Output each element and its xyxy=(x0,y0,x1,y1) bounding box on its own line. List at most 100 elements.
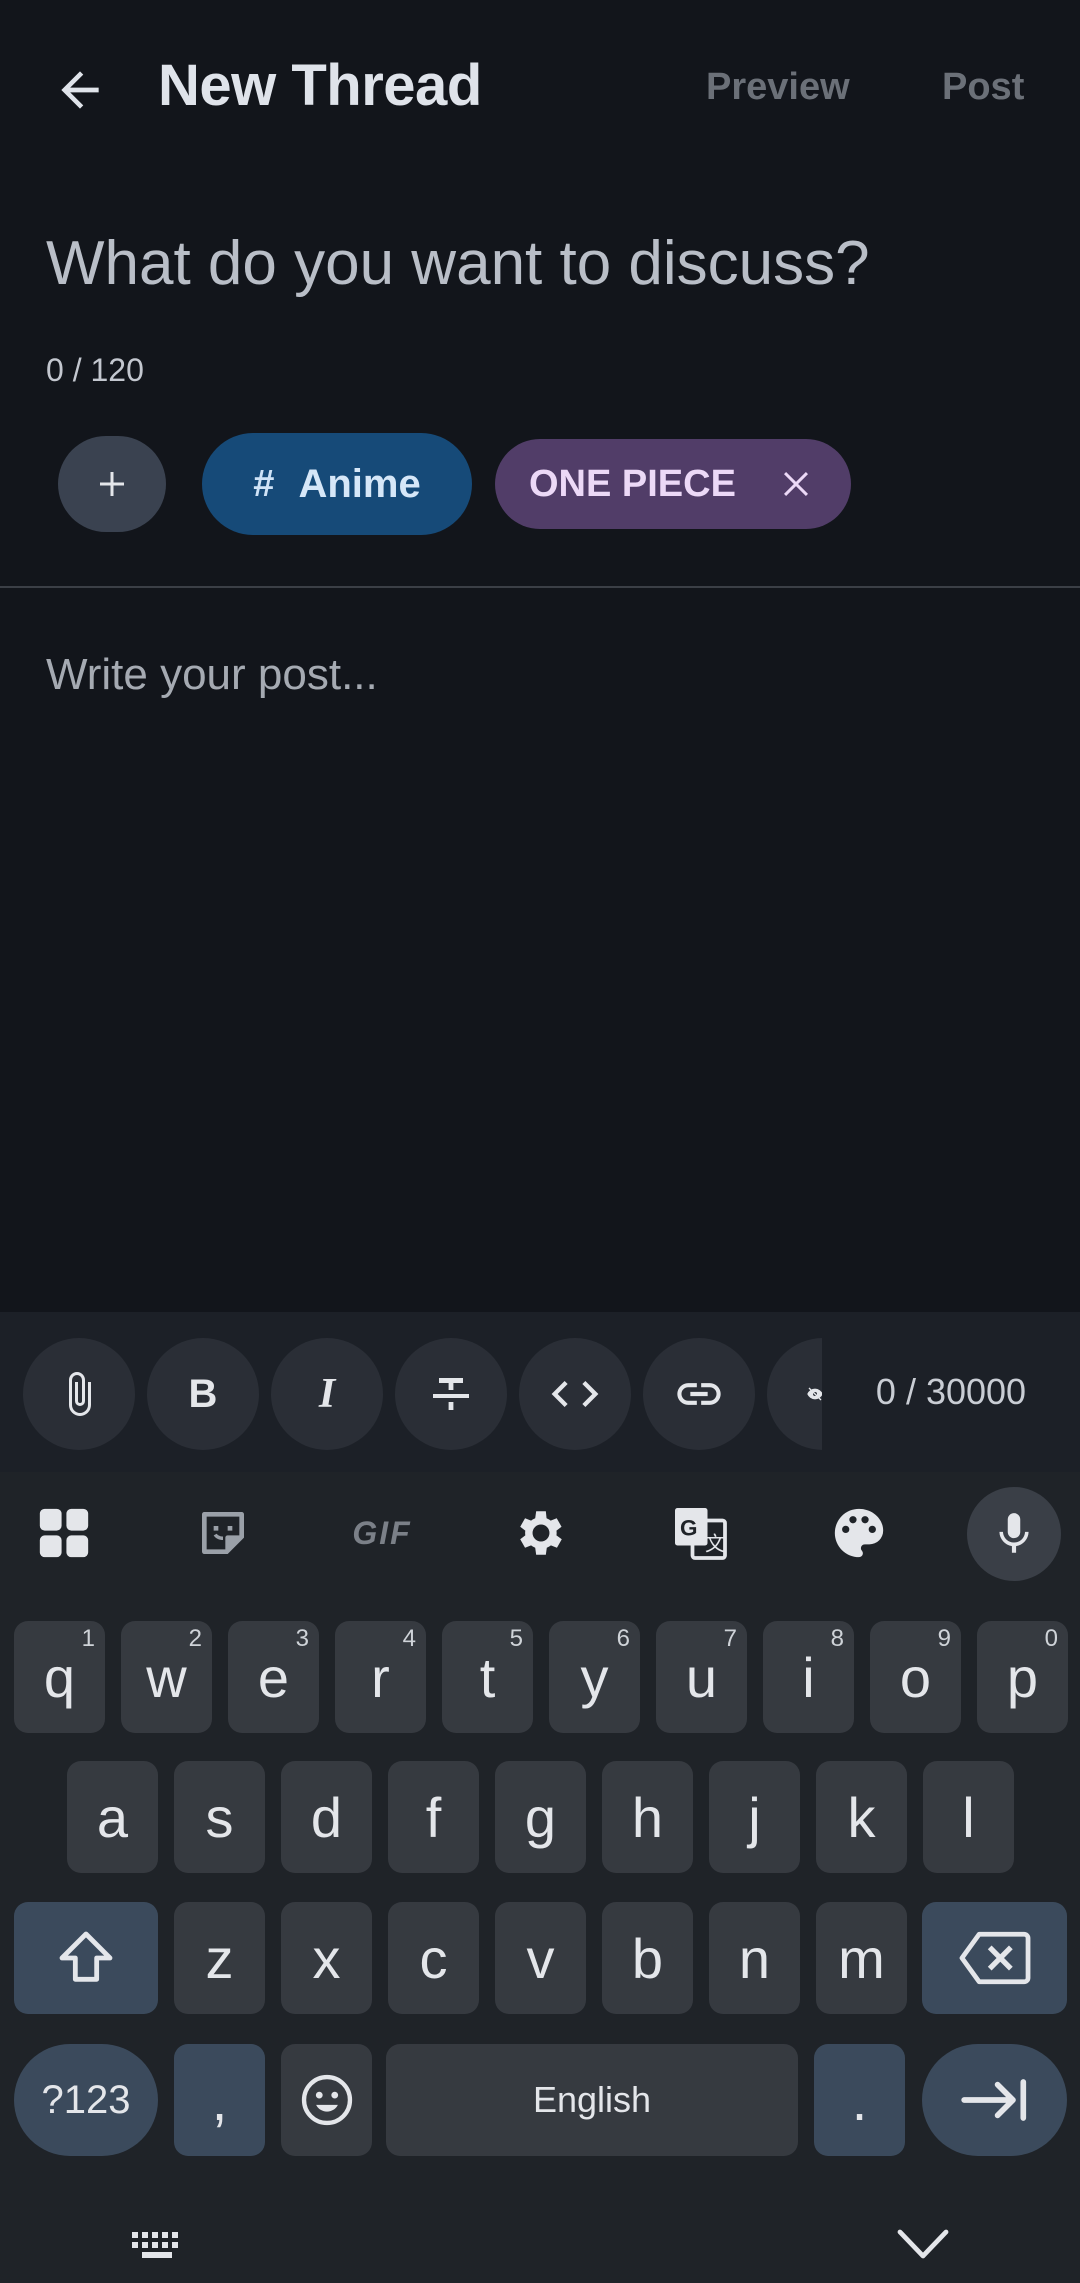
key-o[interactable]: o9 xyxy=(870,1621,961,1733)
top-bar: New Thread Preview Post xyxy=(0,0,1080,180)
bold-button[interactable]: B xyxy=(147,1338,259,1450)
key-letter: i xyxy=(802,1645,815,1709)
hide-keyboard-button[interactable] xyxy=(896,2224,950,2269)
key-j[interactable]: j xyxy=(709,1761,800,1873)
subject-char-count: 0 / 120 xyxy=(46,352,144,388)
strikethrough-icon xyxy=(433,1378,469,1410)
svg-text:G: G xyxy=(680,1516,698,1541)
microphone-icon xyxy=(999,1513,1029,1553)
subject-input[interactable]: What do you want to discuss? xyxy=(46,228,870,299)
key-letter: q xyxy=(43,1645,76,1709)
sticker-button[interactable] xyxy=(178,1488,268,1578)
body-char-count: 0 / 30000 xyxy=(822,1312,1080,1472)
add-tag-button[interactable] xyxy=(58,436,166,532)
tag-chip-one-piece[interactable]: ONE PIECE xyxy=(495,439,851,529)
key-c[interactable]: c xyxy=(388,1902,479,2014)
key-h[interactable]: h xyxy=(602,1761,693,1873)
key-e[interactable]: e3 xyxy=(228,1621,319,1733)
apps-grid-icon xyxy=(39,1508,89,1558)
link-icon xyxy=(677,1383,721,1405)
preview-button[interactable]: Preview xyxy=(706,66,850,109)
italic-button[interactable]: I xyxy=(271,1338,383,1450)
key-i[interactable]: i8 xyxy=(763,1621,854,1733)
gear-icon xyxy=(520,1511,562,1555)
apps-grid-button[interactable] xyxy=(19,1488,109,1578)
backspace-key[interactable] xyxy=(922,1902,1067,2014)
shift-key[interactable] xyxy=(14,1902,158,2014)
key-w[interactable]: w2 xyxy=(121,1621,212,1733)
key-hint: 0 xyxy=(1044,1625,1058,1652)
key-letter: e xyxy=(257,1645,290,1709)
tab-arrow-icon xyxy=(960,2079,1026,2121)
key-letter: y xyxy=(580,1645,609,1709)
emoji-icon xyxy=(301,2074,352,2126)
key-hint: 9 xyxy=(937,1625,951,1652)
gif-icon: GIF xyxy=(352,1514,412,1551)
key-t[interactable]: t5 xyxy=(442,1621,533,1733)
back-arrow-icon xyxy=(61,71,99,109)
code-icon xyxy=(551,1381,599,1407)
attach-button[interactable] xyxy=(23,1338,135,1450)
strikethrough-button[interactable] xyxy=(395,1338,507,1450)
keyboard-switch-button[interactable] xyxy=(130,2228,186,2269)
key-v[interactable]: v xyxy=(495,1902,586,2014)
translate-icon: G文 xyxy=(675,1508,727,1560)
emoji-key[interactable] xyxy=(281,2044,372,2156)
page-title: New Thread xyxy=(158,53,482,118)
key-hint: 1 xyxy=(81,1625,95,1652)
key-s[interactable]: s xyxy=(174,1761,265,1873)
key-letter: t xyxy=(479,1645,496,1709)
italic-icon: I xyxy=(318,1371,336,1417)
comma-key[interactable]: , xyxy=(174,2044,265,2156)
key-letter: w xyxy=(146,1645,187,1709)
key-r[interactable]: r4 xyxy=(335,1621,426,1733)
paperclip-icon xyxy=(69,1372,91,1416)
key-b[interactable]: b xyxy=(602,1902,693,2014)
key-hint: 5 xyxy=(509,1625,523,1652)
post-body-input[interactable]: Write your post... xyxy=(46,650,378,700)
spoiler-icon xyxy=(807,1387,823,1401)
key-f[interactable]: f xyxy=(388,1761,479,1873)
key-g[interactable]: g xyxy=(495,1761,586,1873)
tag-chip-label: ONE PIECE xyxy=(529,462,736,505)
symbols-key[interactable]: ?123 xyxy=(14,2044,158,2156)
key-p[interactable]: p0 xyxy=(977,1621,1068,1733)
voice-input-button[interactable] xyxy=(967,1487,1061,1581)
key-l[interactable]: l xyxy=(923,1761,1014,1873)
key-n[interactable]: n xyxy=(709,1902,800,2014)
key-x[interactable]: x xyxy=(281,1902,372,2014)
key-hint: 8 xyxy=(830,1625,844,1652)
divider xyxy=(0,586,1080,588)
keyboard xyxy=(0,1472,1080,2283)
sticker-icon xyxy=(202,1512,244,1554)
period-key[interactable]: . xyxy=(814,2044,905,2156)
remove-tag-close-icon[interactable] xyxy=(773,461,819,507)
bold-icon: B xyxy=(188,1371,218,1416)
post-button[interactable]: Post xyxy=(942,66,1024,109)
key-q[interactable]: q1 xyxy=(14,1621,105,1733)
settings-button[interactable] xyxy=(496,1488,586,1578)
key-u[interactable]: u7 xyxy=(656,1621,747,1733)
code-button[interactable] xyxy=(519,1338,631,1450)
category-chip-anime[interactable]: # Anime xyxy=(202,433,472,535)
key-a[interactable]: a xyxy=(67,1761,158,1873)
palette-icon xyxy=(834,1508,884,1558)
link-button[interactable] xyxy=(643,1338,755,1450)
key-k[interactable]: k xyxy=(816,1761,907,1873)
key-letter: o xyxy=(899,1645,932,1709)
enter-tab-key[interactable] xyxy=(922,2044,1067,2156)
key-z[interactable]: z xyxy=(174,1902,265,2014)
back-button[interactable] xyxy=(40,50,120,130)
key-letter: r xyxy=(371,1645,390,1709)
gif-button[interactable]: GIF xyxy=(337,1488,427,1578)
hash-icon: # xyxy=(253,462,275,505)
space-key[interactable]: English xyxy=(386,2044,798,2156)
translate-button[interactable]: G文 xyxy=(655,1488,745,1578)
theme-button[interactable] xyxy=(814,1488,904,1578)
backspace-icon xyxy=(959,1931,1030,1985)
key-m[interactable]: m xyxy=(816,1902,907,2014)
plus-icon xyxy=(100,472,124,496)
key-y[interactable]: y6 xyxy=(549,1621,640,1733)
key-d[interactable]: d xyxy=(281,1761,372,1873)
category-chip-label: Anime xyxy=(298,461,421,506)
